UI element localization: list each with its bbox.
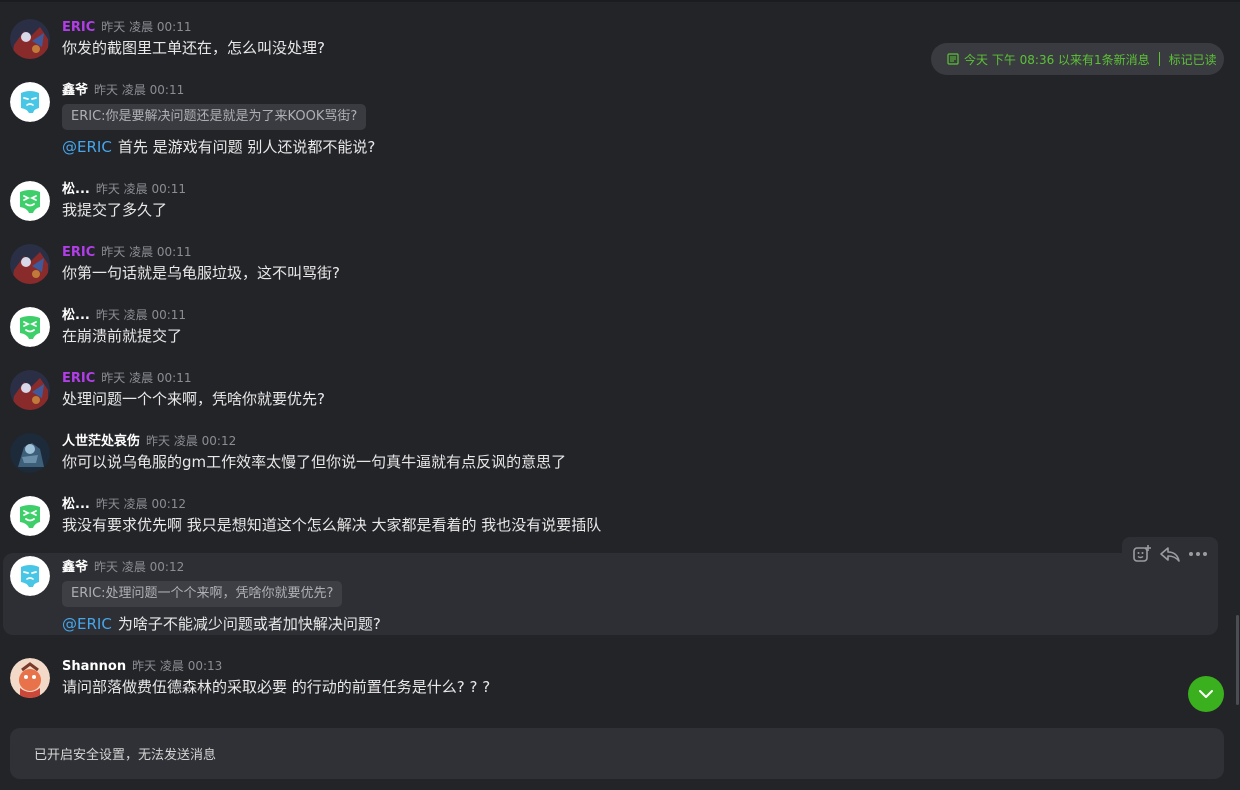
message-header: ERIC 昨天 凌晨 00:11: [62, 367, 192, 387]
timestamp: 昨天 凌晨 00:11: [94, 83, 185, 97]
timestamp: 昨天 凌晨 00:12: [95, 497, 187, 511]
message-header: ERIC 昨天 凌晨 00:11: [62, 241, 192, 261]
divider: [1158, 52, 1160, 66]
timestamp: 昨天 凌晨 00:12: [94, 560, 185, 574]
message-header: 鑫爷 昨天 凌晨 00:12: [62, 556, 184, 576]
timestamp: 昨天 凌晨 00:11: [101, 20, 192, 34]
message-text: @ERIC 为啥子不能减少问题或者加快解决问题?: [62, 613, 381, 634]
message-text: 你发的截图里工单还在，怎么叫没处理?: [62, 39, 325, 57]
message-text: 请问部落做费伍德森林的采取必要 的行动的前置任务是什么? ? ?: [62, 678, 491, 696]
avatar[interactable]: [10, 19, 50, 59]
avatar[interactable]: [10, 244, 50, 284]
username[interactable]: ERIC: [62, 245, 95, 260]
message-action-toolbar: [1122, 537, 1218, 570]
username[interactable]: 鑫爷: [62, 83, 88, 98]
avatar[interactable]: [10, 556, 50, 596]
scrollbar[interactable]: [1236, 615, 1239, 705]
message-item[interactable]: 松... 昨天 凌晨 00:12 我没有要求优先啊 我只是想知道这个怎么解决 大家…: [0, 493, 1220, 543]
timestamp: 昨天 凌晨 00:12: [146, 434, 237, 448]
username[interactable]: 松...: [62, 182, 90, 197]
username[interactable]: ERIC: [62, 371, 95, 386]
new-message-text[interactable]: 今天 下午 08:36 以来有1条新消息: [964, 51, 1150, 68]
timestamp: 昨天 凌晨 00:11: [101, 245, 192, 259]
message-composer: 已开启安全设置，无法发送消息: [10, 728, 1224, 779]
message-header: ERIC 昨天 凌晨 00:11: [62, 16, 192, 36]
avatar[interactable]: [10, 370, 50, 410]
message-text: @ERIC 首先 是游戏有问题 别人还说都不能说?: [62, 136, 375, 157]
username[interactable]: Shannon: [62, 659, 126, 674]
message-header: 人世茫处哀伤 昨天 凌晨 00:12: [62, 430, 236, 450]
message-text: 你第一句话就是乌龟服垃圾，这不叫骂街?: [62, 264, 340, 282]
quoted-message[interactable]: ERIC:处理问题一个个来啊，凭啥你就要优先?: [62, 581, 343, 607]
username[interactable]: 松...: [62, 497, 90, 512]
message-text: 你可以说乌龟服的gm工作效率太慢了但你说一句真牛逼就有点反讽的意思了: [62, 453, 567, 471]
message-header: 鑫爷 昨天 凌晨 00:11: [62, 79, 184, 99]
avatar[interactable]: [10, 181, 50, 221]
message-header: 松... 昨天 凌晨 00:12: [62, 493, 186, 513]
username[interactable]: 松...: [62, 308, 90, 323]
avatar[interactable]: [10, 433, 50, 473]
username[interactable]: ERIC: [62, 20, 95, 35]
message-item[interactable]: 鑫爷 昨天 凌晨 00:11 ERIC:你是要解决问题还是就是为了来KOOK骂街?…: [0, 79, 1220, 159]
timestamp: 昨天 凌晨 00:11: [95, 308, 187, 322]
message-text: 我提交了多久了: [62, 201, 168, 219]
chevron-down-icon: [1199, 690, 1213, 698]
username[interactable]: 人世茫处哀伤: [62, 434, 140, 449]
mention[interactable]: @ERIC: [62, 615, 112, 633]
message-item[interactable]: ERIC 昨天 凌晨 00:11 你第一句话就是乌龟服垃圾，这不叫骂街?: [0, 241, 1220, 291]
message-text: 在崩溃前就提交了: [62, 327, 183, 345]
message-item[interactable]: 人世茫处哀伤 昨天 凌晨 00:12 你可以说乌龟服的gm工作效率太慢了但你说一句…: [0, 430, 1220, 480]
message-item[interactable]: Shannon 昨天 凌晨 00:13 请问部落做费伍德森林的采取必要 的行动的前…: [0, 655, 1220, 705]
timestamp: 昨天 凌晨 00:13: [132, 659, 223, 673]
avatar[interactable]: [10, 658, 50, 698]
message-text: 处理问题一个个来啊，凭啥你就要优先?: [62, 390, 325, 408]
timestamp: 昨天 凌晨 00:11: [101, 371, 192, 385]
message-item[interactable]: 鑫爷 昨天 凌晨 00:12 ERIC:处理问题一个个来啊，凭啥你就要优先? @E…: [3, 553, 1218, 635]
message-body: 为啥子不能减少问题或者加快解决问题?: [117, 615, 381, 633]
message-icon: [947, 53, 959, 65]
more-icon[interactable]: [1186, 542, 1210, 566]
avatar[interactable]: [10, 307, 50, 347]
message-item[interactable]: ERIC 昨天 凌晨 00:11 处理问题一个个来啊，凭啥你就要优先?: [0, 367, 1220, 417]
message-header: Shannon 昨天 凌晨 00:13: [62, 655, 222, 675]
reply-icon[interactable]: [1158, 542, 1182, 566]
scroll-to-bottom-button[interactable]: [1188, 676, 1224, 712]
add-reaction-icon[interactable]: [1130, 542, 1154, 566]
username[interactable]: 鑫爷: [62, 560, 88, 575]
quoted-message[interactable]: ERIC:你是要解决问题还是就是为了来KOOK骂街?: [62, 104, 367, 130]
timestamp: 昨天 凌晨 00:11: [95, 182, 187, 196]
message-list[interactable]: ERIC 昨天 凌晨 00:11 你发的截图里工单还在，怎么叫没处理? 鑫爷 昨天 …: [0, 0, 1240, 715]
composer-disabled-notice: 已开启安全设置，无法发送消息: [34, 748, 217, 763]
avatar[interactable]: [10, 82, 50, 122]
mark-read-button[interactable]: 标记已读: [1169, 51, 1217, 68]
new-message-banner[interactable]: 今天 下午 08:36 以来有1条新消息 标记已读: [931, 43, 1224, 75]
chat-window: ERIC 昨天 凌晨 00:11 你发的截图里工单还在，怎么叫没处理? 鑫爷 昨天 …: [0, 0, 1240, 790]
message-header: 松... 昨天 凌晨 00:11: [62, 304, 186, 324]
mention[interactable]: @ERIC: [62, 138, 112, 156]
message-body: 首先 是游戏有问题 别人还说都不能说?: [117, 138, 376, 156]
avatar[interactable]: [10, 496, 50, 536]
message-item[interactable]: 松... 昨天 凌晨 00:11 在崩溃前就提交了: [0, 304, 1220, 354]
message-text: 我没有要求优先啊 我只是想知道这个怎么解决 大家都是看着的 我也没有说要插队: [62, 516, 602, 534]
message-header: 松... 昨天 凌晨 00:11: [62, 178, 186, 198]
message-item[interactable]: 松... 昨天 凌晨 00:11 我提交了多久了: [0, 178, 1220, 228]
